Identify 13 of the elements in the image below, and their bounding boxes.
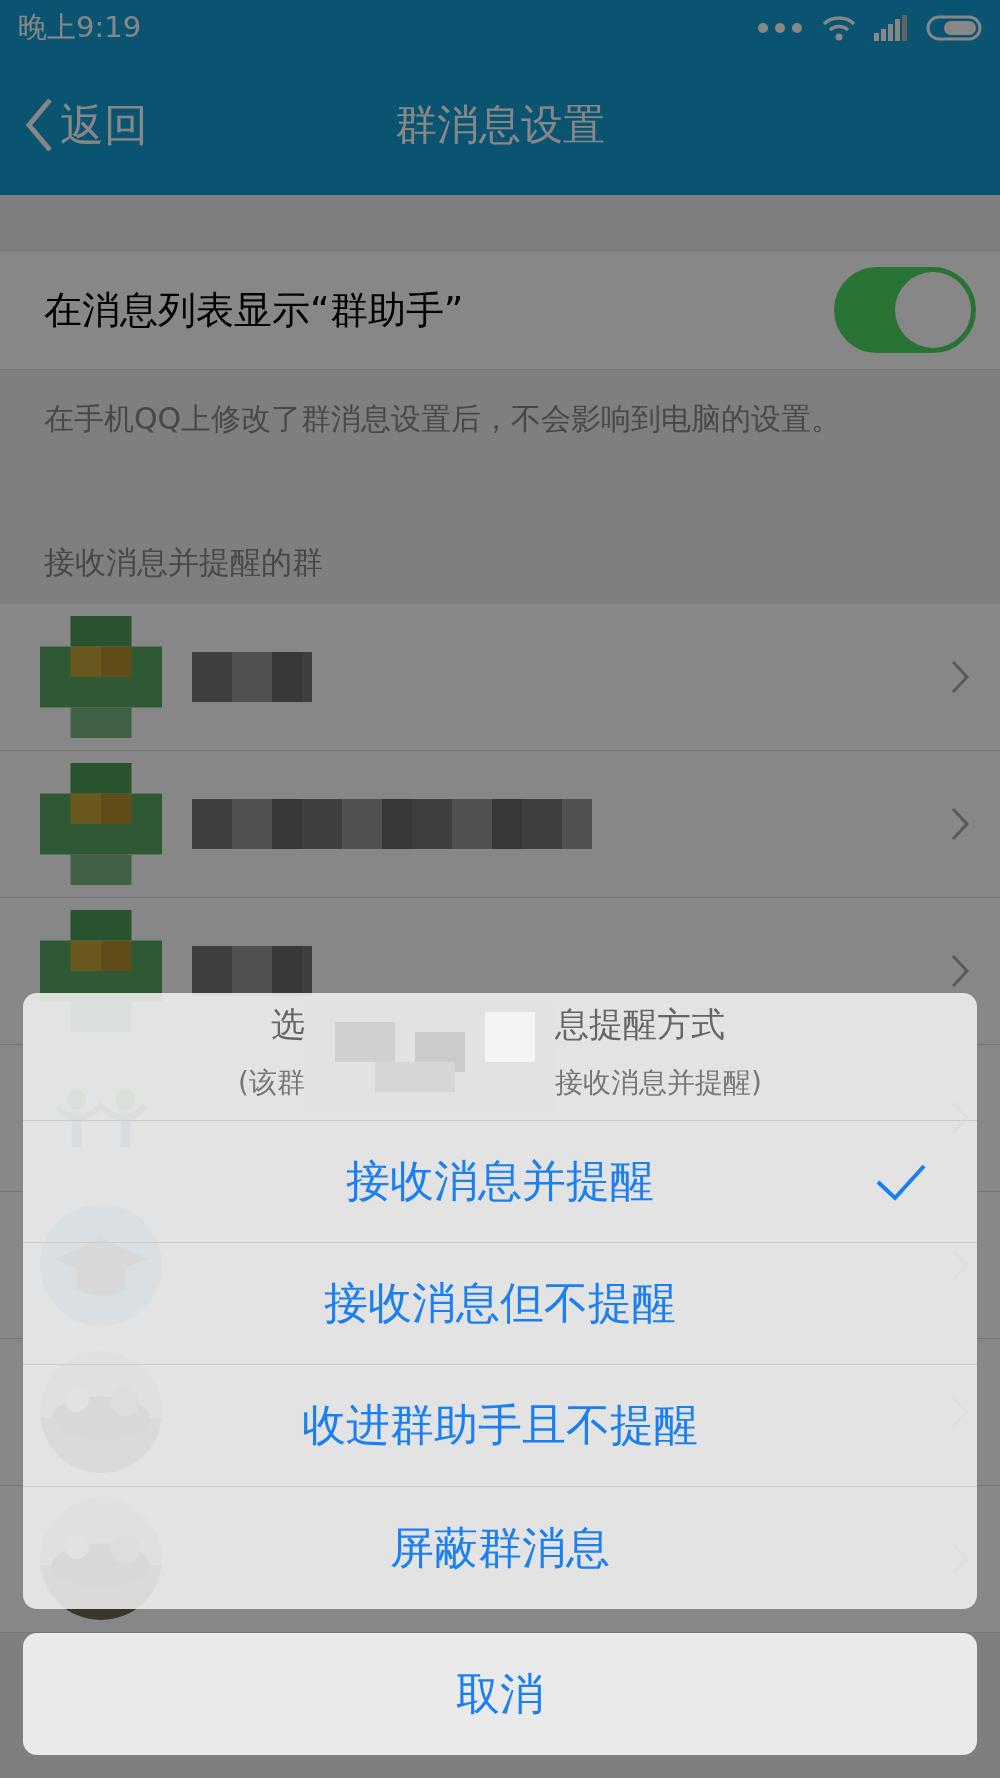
- setting-label: 在消息列表显示“群助手”: [44, 286, 464, 334]
- cancel-button[interactable]: 取消: [23, 1633, 977, 1755]
- screen-title: 群消息设置: [395, 99, 605, 151]
- sheet-subtitle: (该群: [238, 1064, 305, 1101]
- back-button[interactable]: 返回: [0, 95, 148, 155]
- sheet-option[interactable]: 接收消息但不提醒: [23, 1243, 977, 1365]
- sheet-option[interactable]: 屏蔽群消息: [23, 1487, 977, 1609]
- sheet-subtitle: 接收消息并提醒): [555, 1064, 762, 1101]
- sheet-option[interactable]: 接收消息并提醒: [23, 1121, 977, 1243]
- status-time: 晚上9:19: [18, 8, 142, 46]
- sheet-title: 选: [271, 1002, 305, 1046]
- sheet-option[interactable]: 收进群助手且不提醒: [23, 1365, 977, 1487]
- sheet-title: 息提醒方式: [555, 1002, 725, 1046]
